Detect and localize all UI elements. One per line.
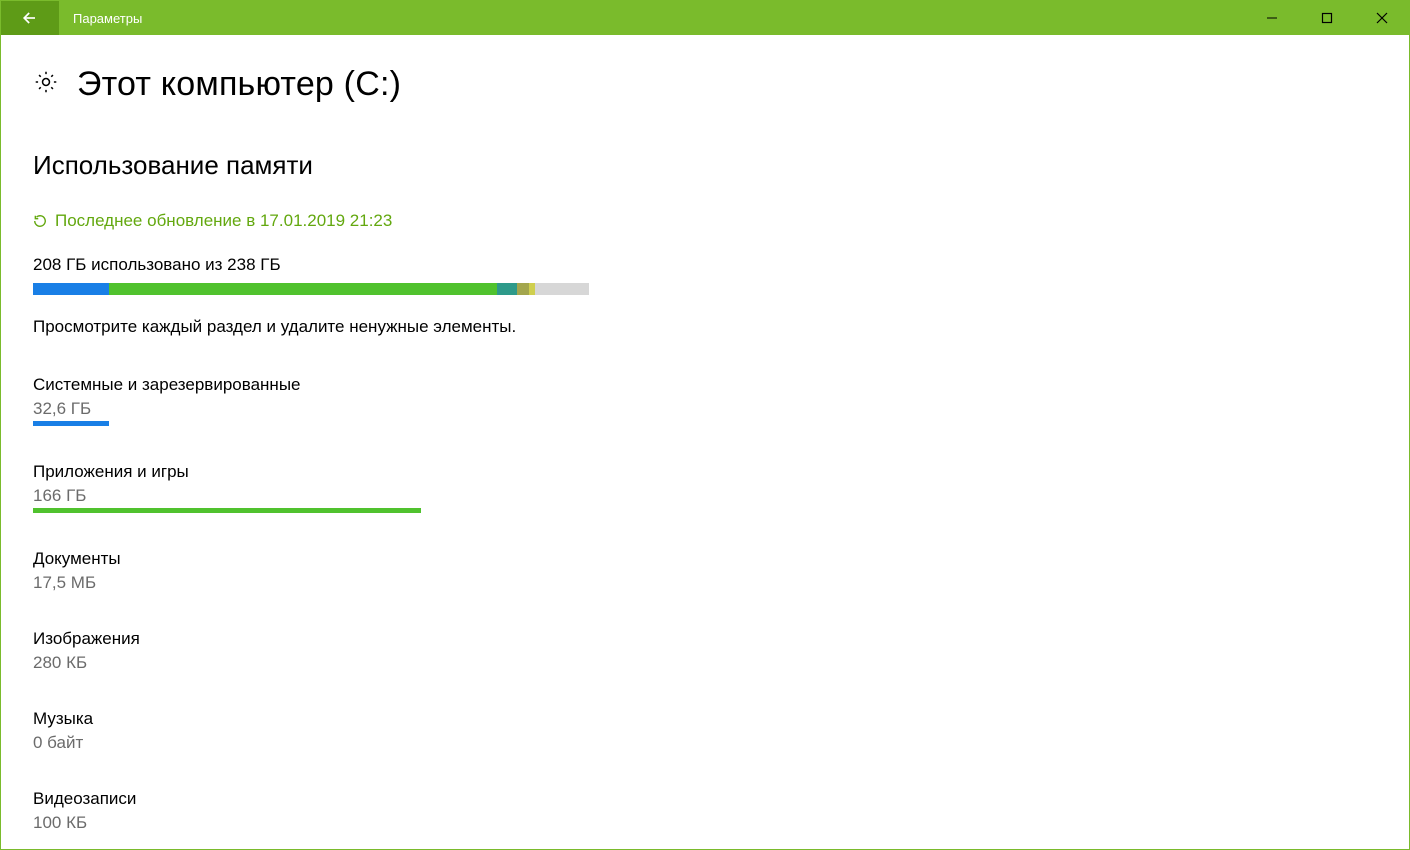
category-apps[interactable]: Приложения и игры 166 ГБ bbox=[33, 462, 1409, 513]
category-title: Музыка bbox=[33, 709, 1409, 729]
category-title: Видеозаписи bbox=[33, 789, 1409, 809]
titlebar-drag-area[interactable] bbox=[142, 1, 1244, 35]
maximize-button[interactable] bbox=[1299, 1, 1354, 35]
refresh-link[interactable]: Последнее обновление в 17.01.2019 21:23 bbox=[33, 211, 1409, 231]
refresh-icon bbox=[33, 214, 47, 228]
refresh-label: Последнее обновление в 17.01.2019 21:23 bbox=[55, 211, 392, 231]
page-header: Этот компьютер (C:) bbox=[33, 65, 1409, 104]
content-area: Этот компьютер (C:) Использование памяти… bbox=[1, 35, 1409, 833]
usage-segment-system bbox=[33, 283, 109, 295]
gear-icon bbox=[33, 69, 59, 100]
usage-bar bbox=[33, 283, 589, 295]
usage-summary: 208 ГБ использовано из 238 ГБ bbox=[33, 255, 1409, 275]
category-size: 17,5 МБ bbox=[33, 573, 1409, 593]
section-title: Использование памяти bbox=[33, 150, 1409, 181]
minimize-button[interactable] bbox=[1244, 1, 1299, 35]
usage-segment-other2 bbox=[517, 283, 529, 295]
titlebar: Параметры bbox=[1, 1, 1409, 35]
category-size: 280 КБ bbox=[33, 653, 1409, 673]
window-title: Параметры bbox=[59, 1, 142, 35]
usage-segment-other1 bbox=[497, 283, 517, 295]
category-size: 32,6 ГБ bbox=[33, 399, 1409, 419]
category-title: Системные и зарезервированные bbox=[33, 375, 1409, 395]
category-title: Документы bbox=[33, 549, 1409, 569]
category-title: Изображения bbox=[33, 629, 1409, 649]
category-bar bbox=[33, 421, 109, 426]
close-icon bbox=[1376, 12, 1388, 24]
back-arrow-icon bbox=[20, 8, 40, 28]
category-size: 100 КБ bbox=[33, 813, 1409, 833]
back-button[interactable] bbox=[1, 1, 59, 35]
close-button[interactable] bbox=[1354, 1, 1409, 35]
window-controls bbox=[1244, 1, 1409, 35]
category-videos[interactable]: Видеозаписи 100 КБ bbox=[33, 789, 1409, 833]
page-title: Этот компьютер (C:) bbox=[77, 65, 401, 104]
category-size: 166 ГБ bbox=[33, 486, 1409, 506]
usage-segment-apps bbox=[109, 283, 497, 295]
maximize-icon bbox=[1321, 12, 1333, 24]
usage-segment-other3 bbox=[529, 283, 535, 295]
category-images[interactable]: Изображения 280 КБ bbox=[33, 629, 1409, 673]
category-system[interactable]: Системные и зарезервированные 32,6 ГБ bbox=[33, 375, 1409, 426]
category-music[interactable]: Музыка 0 байт bbox=[33, 709, 1409, 753]
minimize-icon bbox=[1266, 12, 1278, 24]
category-size: 0 байт bbox=[33, 733, 1409, 753]
category-bar bbox=[33, 508, 421, 513]
hint-text: Просмотрите каждый раздел и удалите нену… bbox=[33, 317, 1409, 337]
category-documents[interactable]: Документы 17,5 МБ bbox=[33, 549, 1409, 593]
category-title: Приложения и игры bbox=[33, 462, 1409, 482]
